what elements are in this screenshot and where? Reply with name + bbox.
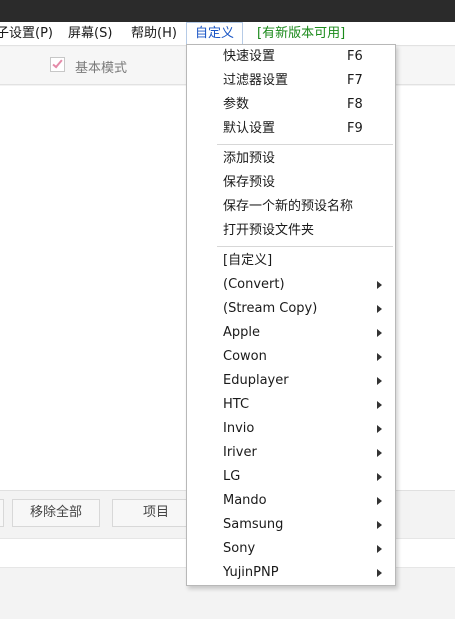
submenu-arrow-icon [377, 305, 382, 313]
submenu-arrow-icon [377, 449, 382, 457]
menu-item-shortcut: F7 [347, 73, 363, 88]
menu-item-label: (Stream Copy) [223, 301, 318, 316]
menu-item-shortcut: F6 [347, 49, 363, 64]
menu-item-iriver[interactable]: Iriver [187, 441, 395, 465]
submenu-arrow-icon [377, 497, 382, 505]
menu-item-label: 保存一个新的预设名称 [223, 199, 354, 214]
menu-item-label: 添加预设 [223, 151, 276, 166]
menu-item-open-preset-folder[interactable]: 打开预设文件夹 [187, 219, 395, 243]
menu-item-label: Cowon [223, 349, 267, 364]
menu-help[interactable]: 帮助(H) [131, 22, 177, 46]
menu-item-label: Iriver [223, 445, 257, 460]
menu-item-custom-preset[interactable]: [自定义] [187, 249, 395, 273]
submenu-arrow-icon [377, 521, 382, 529]
menu-item-label: [自定义] [223, 253, 273, 268]
menu-item-label: 保存预设 [223, 175, 276, 190]
menu-item-label: LG [223, 469, 241, 484]
menu-item-eduplayer[interactable]: Eduplayer [187, 369, 395, 393]
custom-dropdown-menu: 快速设置 F6 过滤器设置 F7 参数 F8 默认设置 F9 添加预设 保存预设… [186, 44, 396, 586]
menu-item-convert[interactable]: (Convert) [187, 273, 395, 297]
menu-item-label: (Convert) [223, 277, 285, 292]
partial-button[interactable] [0, 499, 4, 527]
menu-item-shortcut: F8 [347, 97, 363, 112]
menu-separator [217, 144, 393, 145]
submenu-arrow-icon [377, 329, 382, 337]
checkmark-icon [52, 57, 63, 69]
menu-item-save-new-preset-name[interactable]: 保存一个新的预设名称 [187, 195, 395, 219]
menu-item-label: 过滤器设置 [223, 73, 289, 88]
new-version-link[interactable]: [有新版本可用] [257, 22, 345, 46]
menu-item-apple[interactable]: Apple [187, 321, 395, 345]
submenu-arrow-icon [377, 401, 382, 409]
menu-item-label: 打开预设文件夹 [223, 223, 315, 238]
submenu-arrow-icon [377, 425, 382, 433]
menu-item-label: YujinPNP [223, 565, 279, 580]
menu-item-save-preset[interactable]: 保存预设 [187, 171, 395, 195]
menu-item-label: 默认设置 [223, 121, 276, 136]
menu-item-parameters[interactable]: 参数 F8 [187, 93, 395, 117]
menu-item-quick-settings[interactable]: 快速设置 F6 [187, 45, 395, 69]
menu-item-invio[interactable]: Invio [187, 417, 395, 441]
menu-item-label: HTC [223, 397, 250, 412]
menu-item-label: Eduplayer [223, 373, 289, 388]
submenu-arrow-icon [377, 377, 382, 385]
menu-settings[interactable]: 子设置(P) [0, 22, 53, 46]
menu-item-label: Sony [223, 541, 256, 556]
submenu-arrow-icon [377, 569, 382, 577]
menu-item-cowon[interactable]: Cowon [187, 345, 395, 369]
remove-all-button[interactable]: 移除全部 [12, 499, 100, 527]
menu-item-filter-settings[interactable]: 过滤器设置 F7 [187, 69, 395, 93]
menu-separator [217, 246, 393, 247]
menu-item-htc[interactable]: HTC [187, 393, 395, 417]
menu-item-sony[interactable]: Sony [187, 537, 395, 561]
menu-item-lg[interactable]: LG [187, 465, 395, 489]
menu-screen[interactable]: 屏幕(S) [68, 22, 112, 46]
menu-item-stream-copy[interactable]: (Stream Copy) [187, 297, 395, 321]
menu-item-samsung[interactable]: Samsung [187, 513, 395, 537]
menu-item-label: Invio [223, 421, 255, 436]
menu-custom[interactable]: 自定义 [186, 22, 244, 46]
basic-mode-checkbox[interactable] [50, 57, 65, 72]
menu-item-label: 快速设置 [223, 49, 276, 64]
menu-item-label: Mando [223, 493, 267, 508]
window-titlebar [0, 0, 455, 22]
submenu-arrow-icon [377, 353, 382, 361]
submenu-arrow-icon [377, 545, 382, 553]
menu-item-label: Apple [223, 325, 261, 340]
submenu-arrow-icon [377, 281, 382, 289]
submenu-arrow-icon [377, 473, 382, 481]
menu-item-default-settings[interactable]: 默认设置 F9 [187, 117, 395, 141]
menu-item-yujinpnp[interactable]: YujinPNP [187, 561, 395, 585]
basic-mode-label: 基本模式 [75, 61, 128, 76]
menu-bar: 子设置(P) 屏幕(S) 帮助(H) 自定义 [有新版本可用] [0, 22, 455, 46]
menu-item-mando[interactable]: Mando [187, 489, 395, 513]
menu-item-shortcut: F9 [347, 121, 363, 136]
menu-item-add-preset[interactable]: 添加预设 [187, 147, 395, 171]
menu-item-label: 参数 [223, 97, 250, 112]
menu-item-label: Samsung [223, 517, 284, 532]
